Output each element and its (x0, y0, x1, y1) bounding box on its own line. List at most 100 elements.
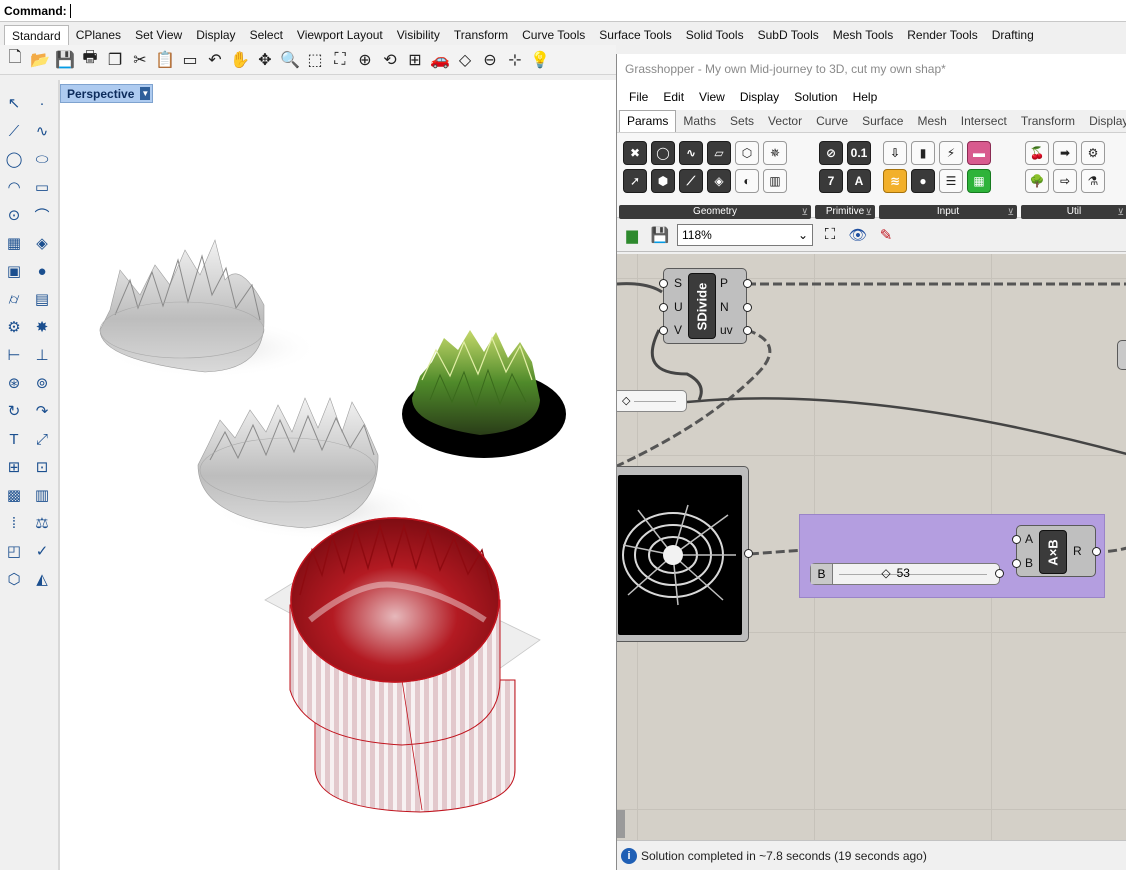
fillet-icon[interactable]: ⌒ (29, 202, 55, 228)
ribbon-tab-curve[interactable]: Curve (809, 114, 855, 132)
button-icon[interactable]: ⚡ (939, 141, 963, 165)
ribbon-tab-sets[interactable]: Sets (723, 114, 761, 132)
tab-display[interactable]: Display (189, 25, 242, 45)
value-list-icon[interactable]: ☰ (939, 169, 963, 193)
hatch-icon[interactable]: ▥ (29, 482, 55, 508)
tab-visibility[interactable]: Visibility (390, 25, 447, 45)
curve-icon[interactable]: ∿ (29, 118, 55, 144)
brep-param-icon[interactable]: ⬢ (651, 169, 675, 193)
copy-icon[interactable]: ❐ (104, 49, 126, 71)
menu-solution[interactable]: Solution (788, 90, 846, 104)
tab-mesh-tools[interactable]: Mesh Tools (826, 25, 900, 45)
explode-icon[interactable]: ✸ (29, 314, 55, 340)
tree-icon[interactable]: 🌳 (1025, 169, 1049, 193)
gear-util-icon[interactable]: ⚙ (1081, 141, 1105, 165)
ribbon-tab-transform[interactable]: Transform (1014, 114, 1082, 132)
ribbon-tab-display[interactable]: Display (1082, 114, 1126, 132)
menu-edit[interactable]: Edit (657, 90, 693, 104)
slider-b-out-grip[interactable] (995, 569, 1004, 578)
grasshopper-canvas[interactable]: S U V SDivide P N uv ◇ B ◇ 53 A B A×B R (617, 254, 1126, 840)
zoom-window-icon[interactable]: ⬚ (304, 49, 326, 71)
tab-drafting[interactable]: Drafting (985, 25, 1041, 45)
surface-icon[interactable]: ▦ (1, 230, 27, 256)
curve-param-icon[interactable]: ∿ (679, 141, 703, 165)
block-icon[interactable]: ▩ (1, 482, 27, 508)
layer-icon[interactable]: ◰ (1, 538, 27, 564)
render-icon[interactable]: ⬡ (1, 566, 27, 592)
sdivide-in-grip[interactable] (659, 303, 668, 312)
dimension-icon[interactable]: ⊡ (29, 454, 55, 480)
gradient-icon[interactable]: ▬ (967, 141, 991, 165)
boolean-union-icon[interactable]: ⊛ (1, 370, 27, 396)
open-folder-icon[interactable]: 📂 (29, 49, 51, 71)
colour-swatch-icon[interactable]: ▦ (967, 169, 991, 193)
zoom-icon[interactable]: 🔍 (279, 49, 301, 71)
image-out-grip[interactable] (744, 549, 753, 558)
line-param-icon[interactable]: ⟋ (679, 169, 703, 193)
graph-mapper-icon[interactable]: ≋ (883, 169, 907, 193)
ribbon-tab-params[interactable]: Params (619, 110, 677, 132)
print-icon[interactable]: 🖶 (79, 49, 101, 71)
four-viewports-icon[interactable]: ⊞ (404, 49, 426, 71)
rotate-icon[interactable]: ⟲ (379, 49, 401, 71)
tab-set-view[interactable]: Set View (128, 25, 189, 45)
dot-input-icon[interactable]: ● (911, 169, 935, 193)
arc-icon[interactable]: ◠ (1, 174, 27, 200)
check-icon[interactable]: ✓ (29, 538, 55, 564)
polyline-icon[interactable]: ⟋ (1, 118, 27, 144)
tab-cplanes[interactable]: CPlanes (69, 25, 128, 45)
menu-help[interactable]: Help (847, 90, 887, 104)
sphere-icon[interactable]: ● (29, 258, 55, 284)
bend-icon[interactable]: ↷ (29, 398, 55, 424)
tab-solid-tools[interactable]: Solid Tools (679, 25, 751, 45)
undo-icon[interactable]: ↶ (204, 49, 226, 71)
light-bulb-icon[interactable]: 💡 (529, 49, 551, 71)
mesh-param-icon[interactable]: ✵ (763, 141, 787, 165)
panel-icon[interactable]: ⇩ (883, 141, 907, 165)
ribbon-tab-maths[interactable]: Maths (676, 114, 723, 132)
multiply-component[interactable]: A B A×B R (1012, 525, 1101, 577)
field-param-icon[interactable]: ◐ (735, 169, 759, 193)
relay-arrow-icon[interactable]: ➡ (1053, 141, 1077, 165)
osnap-icon[interactable]: ⊹ (504, 49, 526, 71)
flask-icon[interactable]: ⚗ (1081, 169, 1105, 193)
rectangle-icon[interactable]: ▭ (29, 174, 55, 200)
circle-icon[interactable]: ◯ (1, 146, 27, 172)
tab-select[interactable]: Select (243, 25, 290, 45)
perspective-viewport[interactable]: Perspective ▼ (60, 80, 616, 870)
ribbon-tab-surface[interactable]: Surface (855, 114, 910, 132)
circle-param-icon[interactable]: ◯ (651, 141, 675, 165)
terrain-textured[interactable] (402, 330, 566, 458)
save-icon[interactable]: 💾 (54, 49, 76, 71)
cylinder-icon[interactable]: ⌭ (1, 286, 27, 312)
text-icon[interactable]: T (1, 426, 27, 452)
grid-icon[interactable]: ⁞ (1, 510, 27, 536)
plane-icon[interactable]: ◇ (454, 49, 476, 71)
offset-icon[interactable]: ⊙ (1, 202, 27, 228)
cut-icon[interactable]: ✂ (129, 49, 151, 71)
box-param-icon[interactable]: ⬡ (735, 141, 759, 165)
number-param-icon[interactable]: 0.1 (847, 141, 871, 165)
sdivide-component[interactable]: S U V SDivide P N uv (659, 268, 752, 344)
slider-b-knob[interactable]: ◇ 53 (881, 566, 910, 580)
boolean-diff-icon[interactable]: ⊚ (29, 370, 55, 396)
toggle-icon[interactable]: ▮ (911, 141, 935, 165)
array-icon[interactable]: ⊞ (1, 454, 27, 480)
plane-param-icon[interactable]: ◈ (707, 169, 731, 193)
group-param-icon[interactable]: ▥ (763, 169, 787, 193)
hollow-arrow-icon[interactable]: ⇨ (1053, 169, 1077, 193)
trim-icon[interactable]: ⊢ (1, 342, 27, 368)
terrain-1[interactable] (99, 239, 320, 378)
menu-file[interactable]: File (623, 90, 657, 104)
tab-surface-tools[interactable]: Surface Tools (592, 25, 679, 45)
box-icon[interactable]: ▣ (1, 258, 27, 284)
material-icon[interactable]: ◭ (29, 566, 55, 592)
sketch-pen-icon[interactable]: ✎ (875, 224, 897, 246)
sdivide-out-grip[interactable] (743, 303, 752, 312)
tab-curve-tools[interactable]: Curve Tools (515, 25, 592, 45)
canvas-scrollbar[interactable] (617, 810, 625, 838)
cherry-icon[interactable]: 🍒 (1025, 141, 1049, 165)
sdivide-out-grip[interactable] (743, 279, 752, 288)
split-icon[interactable]: ⊥ (29, 342, 55, 368)
tab-render-tools[interactable]: Render Tools (900, 25, 985, 45)
